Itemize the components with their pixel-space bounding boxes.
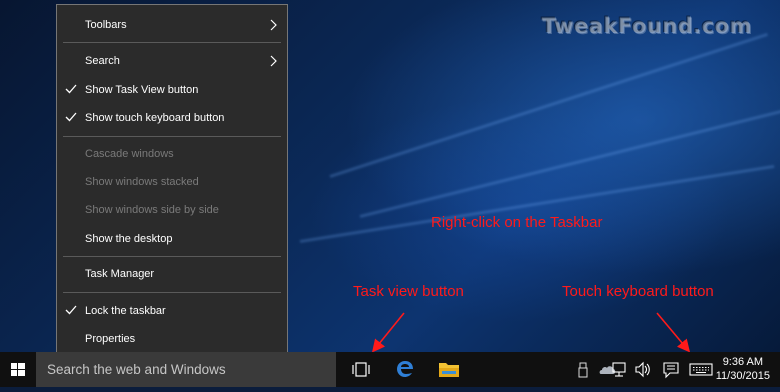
network-icon (612, 362, 626, 377)
checkmark-icon (65, 305, 77, 315)
menu-separator (63, 42, 281, 43)
checkmark-icon (65, 112, 77, 122)
start-button[interactable] (0, 352, 36, 387)
taskbar-context-menu: Toolbars Search Show Task View button Sh… (56, 4, 288, 358)
network-tray-button[interactable] (607, 352, 631, 387)
menu-item-lock-the-taskbar[interactable]: Lock the taskbar (57, 298, 287, 324)
menu-item-label: Lock the taskbar (85, 305, 166, 317)
edge-icon (397, 361, 413, 377)
menu-item-task-manager[interactable]: Task Manager (57, 261, 287, 287)
menu-item-label: Show touch keyboard button (85, 112, 225, 124)
menu-item-cascade-windows: Cascade windows (57, 141, 287, 167)
volume-icon (635, 361, 650, 378)
menu-item-search[interactable]: Search (57, 48, 287, 74)
menu-item-label: Show Task View button (85, 84, 199, 96)
file-explorer-button[interactable] (434, 352, 464, 387)
menu-item-label: Toolbars (85, 19, 127, 31)
menu-separator (63, 256, 281, 257)
menu-item-label: Search (85, 55, 120, 67)
usb-icon (578, 362, 588, 378)
menu-item-label: Show windows stacked (85, 176, 199, 188)
windows-logo-icon (11, 363, 25, 376)
menu-item-label: Show the desktop (85, 233, 173, 245)
menu-separator (63, 292, 281, 293)
action-center-button[interactable] (660, 352, 682, 387)
usb-tray-button[interactable] (574, 352, 592, 387)
menu-item-show-the-desktop[interactable]: Show the desktop (57, 226, 287, 252)
menu-separator (63, 136, 281, 137)
clock-time: 9:36 AM (722, 356, 764, 368)
menu-item-show-touch-keyboard-button[interactable]: Show touch keyboard button (57, 105, 287, 131)
clock[interactable]: 9:36 AM 11/30/2015 (716, 355, 770, 383)
touch-keyboard-button[interactable] (686, 352, 716, 387)
clock-date: 11/30/2015 (715, 370, 770, 382)
search-placeholder: Search the web and Windows (47, 362, 226, 377)
taskbar[interactable]: Search the web and Windows 9:36 AM 11/30… (0, 352, 780, 387)
menu-item-properties[interactable]: Properties (57, 326, 287, 352)
menu-item-label: Show windows side by side (85, 204, 219, 216)
menu-item-show-windows-stacked: Show windows stacked (57, 169, 287, 195)
menu-item-label: Properties (85, 333, 136, 345)
checkmark-icon (65, 84, 77, 94)
arrow-to-task-view (371, 312, 405, 352)
menu-item-show-windows-side-by-side: Show windows side by side (57, 197, 287, 223)
task-view-icon (352, 362, 370, 377)
submenu-arrow-icon (270, 19, 277, 31)
menu-item-show-task-view-button[interactable]: Show Task View button (57, 77, 287, 103)
menu-item-toolbars[interactable]: Toolbars (57, 12, 287, 38)
action-center-icon (663, 362, 679, 379)
touch-keyboard-icon (689, 363, 713, 376)
volume-tray-button[interactable] (632, 352, 654, 387)
edge-button[interactable] (390, 352, 420, 387)
submenu-arrow-icon (270, 55, 277, 67)
arrow-to-touch-keyboard (656, 312, 691, 352)
file-explorer-icon (439, 363, 459, 377)
task-view-button[interactable] (346, 352, 376, 387)
menu-item-label: Cascade windows (85, 148, 174, 160)
search-box[interactable]: Search the web and Windows (36, 352, 336, 387)
menu-item-label: Task Manager (85, 268, 155, 280)
